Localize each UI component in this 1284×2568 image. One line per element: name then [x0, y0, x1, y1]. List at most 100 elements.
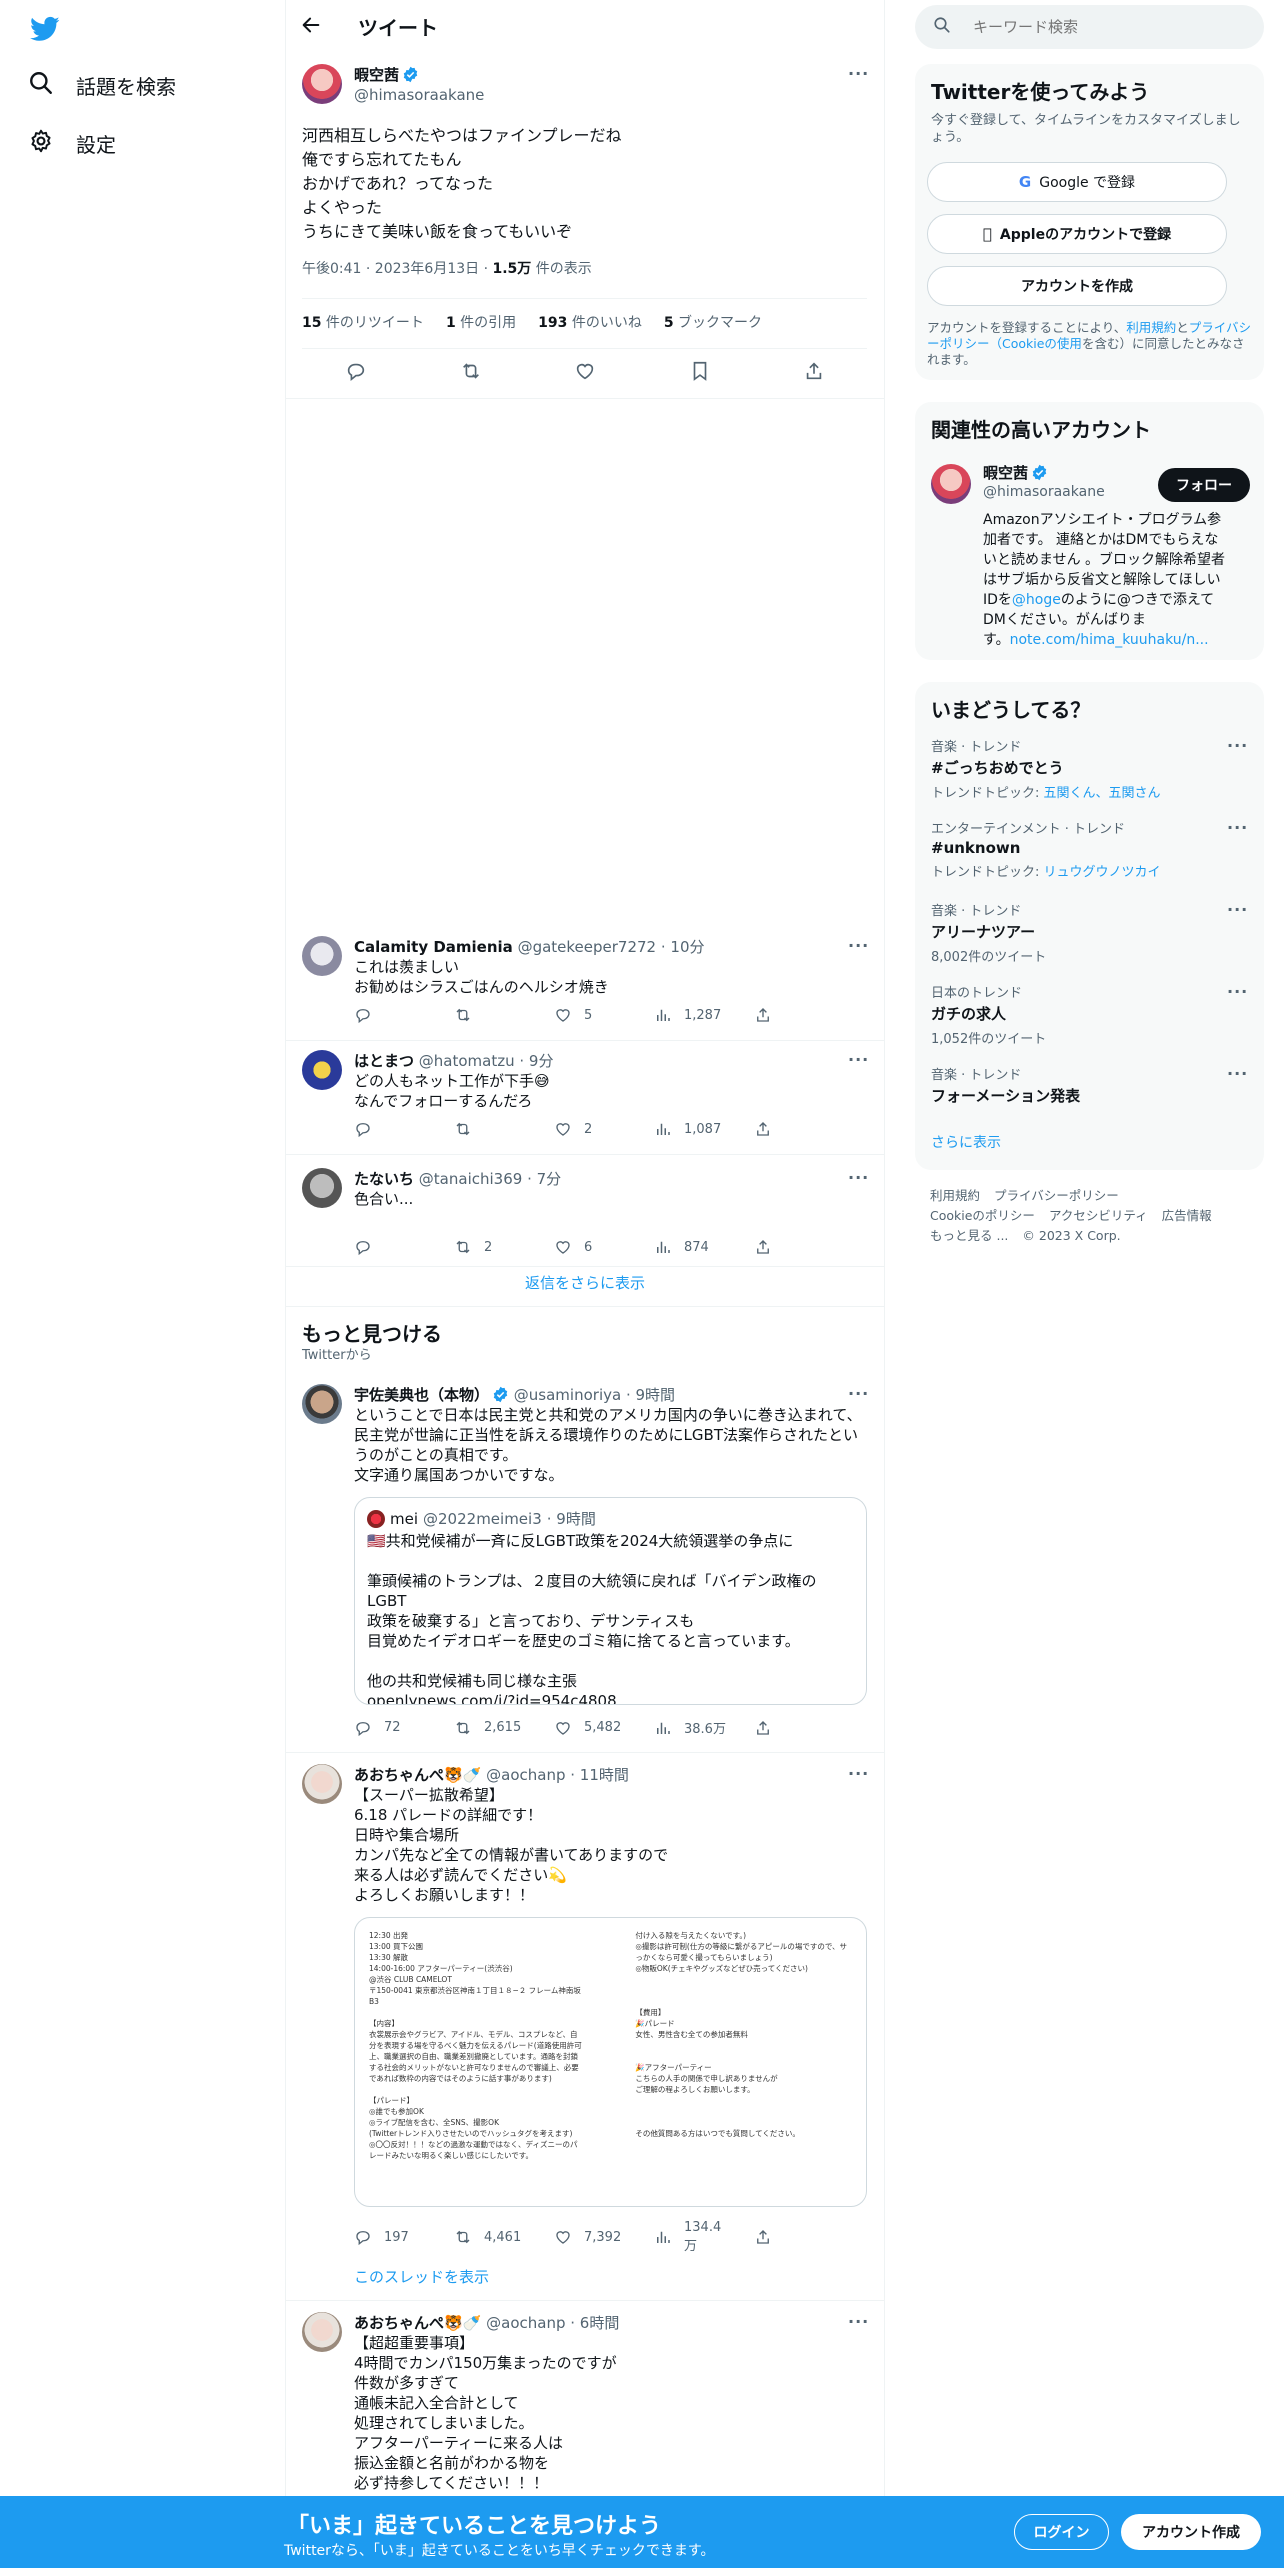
- trends-show-more[interactable]: さらに表示: [931, 1132, 1001, 1152]
- reply-action[interactable]: 72: [354, 1718, 434, 1737]
- avatar[interactable]: [931, 464, 971, 504]
- more-options-icon[interactable]: ···: [1227, 736, 1248, 755]
- bio-link[interactable]: note.com/hima_kuuhaku/n...: [1010, 632, 1209, 648]
- footer-link[interactable]: アクセシビリティ: [1049, 1206, 1148, 1226]
- trend-item[interactable]: 日本のトレンド ガチの求人 1,052件のツイート ···: [931, 982, 1251, 1047]
- views-action[interactable]: 38.6万: [654, 1718, 734, 1737]
- footer-more[interactable]: もっと見る ...: [930, 1226, 1008, 1246]
- author-handle[interactable]: @himasoraakane: [354, 86, 484, 104]
- retweet-action[interactable]: [454, 1120, 534, 1138]
- author-handle[interactable]: @tanaichi369: [419, 1170, 523, 1188]
- footer-link[interactable]: プライバシーポリシー: [994, 1186, 1119, 1206]
- more-options-icon[interactable]: ···: [848, 1764, 869, 1783]
- show-thread-link[interactable]: このスレッドを表示: [354, 2266, 489, 2287]
- more-options-icon[interactable]: ···: [1227, 1064, 1248, 1083]
- tweet-time[interactable]: · 11時間: [565, 1766, 629, 1784]
- author-name[interactable]: たないち: [354, 1170, 414, 1188]
- views-action[interactable]: 874: [654, 1238, 734, 1256]
- retweet-action[interactable]: 2: [454, 1238, 534, 1256]
- views-action[interactable]: 134.4万: [654, 2220, 734, 2254]
- author-name[interactable]: あおちゃんぺ🐯🍼: [354, 2314, 481, 2332]
- author-handle[interactable]: @usaminoriya: [514, 1386, 621, 1404]
- more-options-icon[interactable]: ···: [848, 1384, 869, 1403]
- trend-item[interactable]: 音楽 · トレンド アリーナツアー 8,002件のツイート ···: [931, 900, 1251, 965]
- tweet-time[interactable]: 午後0:41 · 2023年6月13日 ·: [302, 261, 493, 277]
- search-bar[interactable]: [915, 5, 1264, 49]
- retweet-action[interactable]: 2,615: [454, 1718, 534, 1737]
- related-account-name[interactable]: 暇空茜: [983, 462, 1048, 483]
- related-account-handle[interactable]: @himasoraakane: [983, 484, 1105, 500]
- login-button[interactable]: ログイン: [1014, 2514, 1109, 2550]
- apple-signup-button[interactable]: Appleのアカウントで登録: [927, 214, 1227, 254]
- likes-stat[interactable]: 193 件のいいね: [538, 312, 642, 332]
- avatar[interactable]: [302, 1050, 342, 1090]
- share-action[interactable]: [754, 2220, 774, 2254]
- trend-topic-link[interactable]: リュウグウノツカイ: [1044, 865, 1161, 880]
- tweet-time[interactable]: · 10分: [656, 938, 705, 956]
- footer-link[interactable]: 広告情報: [1162, 1206, 1212, 1226]
- avatar[interactable]: [302, 2312, 342, 2352]
- create-account-button[interactable]: アカウントを作成: [927, 266, 1227, 306]
- avatar[interactable]: [302, 1168, 342, 1208]
- more-options-icon[interactable]: ···: [848, 1050, 869, 1069]
- share-icon[interactable]: [803, 360, 825, 386]
- footer-link[interactable]: 利用規約: [930, 1186, 980, 1206]
- author-name[interactable]: Calamity Damienia: [354, 938, 513, 956]
- bookmarks-stat[interactable]: 5 ブックマーク: [664, 312, 762, 332]
- more-options-icon[interactable]: ···: [1227, 900, 1248, 919]
- avatar[interactable]: [302, 936, 342, 976]
- share-action[interactable]: [754, 1718, 774, 1737]
- retweet-action[interactable]: [454, 1006, 534, 1024]
- share-action[interactable]: [754, 1006, 774, 1024]
- reply-action[interactable]: [354, 1238, 434, 1256]
- quote-tweet-card[interactable]: mei @2022meimei3 · 9時間 🇺🇸共和党候補が一斉に反LGBT政…: [354, 1497, 867, 1705]
- reply-action[interactable]: [354, 1120, 434, 1138]
- views-action[interactable]: 1,087: [654, 1120, 734, 1138]
- like-icon[interactable]: [574, 360, 596, 386]
- trend-topic-link[interactable]: 五関くん、五関さん: [1044, 786, 1161, 801]
- author-name[interactable]: 宇佐美典也（本物）: [354, 1386, 489, 1404]
- like-action[interactable]: 5: [554, 1006, 634, 1024]
- author-name[interactable]: 暇空茜: [354, 64, 419, 85]
- bookmark-icon[interactable]: [689, 360, 711, 386]
- like-action[interactable]: 6: [554, 1238, 634, 1256]
- reply-action[interactable]: 197: [354, 2220, 434, 2254]
- tweet-image[interactable]: 12:30 出発 13:00 買下公園 13:30 解散 14:00-16:00 アフ…: [354, 1917, 867, 2207]
- author-name[interactable]: あおちゃんぺ🐯🍼: [354, 1766, 481, 1784]
- trend-item[interactable]: 音楽 · トレンド フォーメーション発表 ···: [931, 1064, 1251, 1106]
- avatar[interactable]: [302, 1384, 342, 1424]
- views-action[interactable]: 1,287: [654, 1006, 734, 1024]
- nav-explore[interactable]: 話題を検索: [28, 70, 176, 101]
- like-action[interactable]: 7,392: [554, 2220, 634, 2254]
- avatar[interactable]: [302, 64, 342, 104]
- google-signup-button[interactable]: G Google で登録: [927, 162, 1227, 202]
- more-options-icon[interactable]: ···: [1227, 818, 1248, 837]
- more-options-icon[interactable]: ···: [848, 64, 869, 83]
- tweet-time[interactable]: · 9時間: [621, 1386, 675, 1404]
- trend-item[interactable]: エンターテインメント · トレンド #unknown トレンドトピック: リュウグウ…: [931, 818, 1251, 880]
- author-handle[interactable]: @gatekeeper7272: [518, 938, 657, 956]
- nav-settings[interactable]: 設定: [28, 128, 116, 159]
- like-action[interactable]: 5,482: [554, 1718, 634, 1737]
- retweet-icon[interactable]: [460, 360, 482, 386]
- more-options-icon[interactable]: ···: [848, 2312, 869, 2331]
- bio-mention-link[interactable]: @hoge: [1012, 592, 1061, 608]
- author-name[interactable]: はとまつ: [354, 1052, 414, 1070]
- reply-action[interactable]: [354, 1006, 434, 1024]
- terms-link[interactable]: 利用規約: [1126, 320, 1176, 335]
- author-handle[interactable]: @hatomatzu: [419, 1052, 515, 1070]
- tweet-time[interactable]: · 6時間: [565, 2314, 619, 2332]
- retweet-action[interactable]: 4,461: [454, 2220, 534, 2254]
- follow-button[interactable]: フォロー: [1158, 468, 1250, 502]
- author-handle[interactable]: @aochanp: [486, 1766, 565, 1784]
- signup-button[interactable]: アカウント作成: [1121, 2514, 1261, 2550]
- tweet-time[interactable]: · 9分: [515, 1052, 553, 1070]
- avatar[interactable]: [302, 1764, 342, 1804]
- search-input[interactable]: [973, 18, 1233, 36]
- twitter-logo-icon[interactable]: [28, 14, 62, 44]
- show-more-replies-link[interactable]: 返信をさらに表示: [286, 1272, 884, 1293]
- footer-link[interactable]: Cookieのポリシー: [930, 1206, 1035, 1226]
- retweets-stat[interactable]: 15 件のリツイート: [302, 312, 424, 332]
- more-options-icon[interactable]: ···: [848, 936, 869, 955]
- quotes-stat[interactable]: 1 件の引用: [446, 312, 516, 332]
